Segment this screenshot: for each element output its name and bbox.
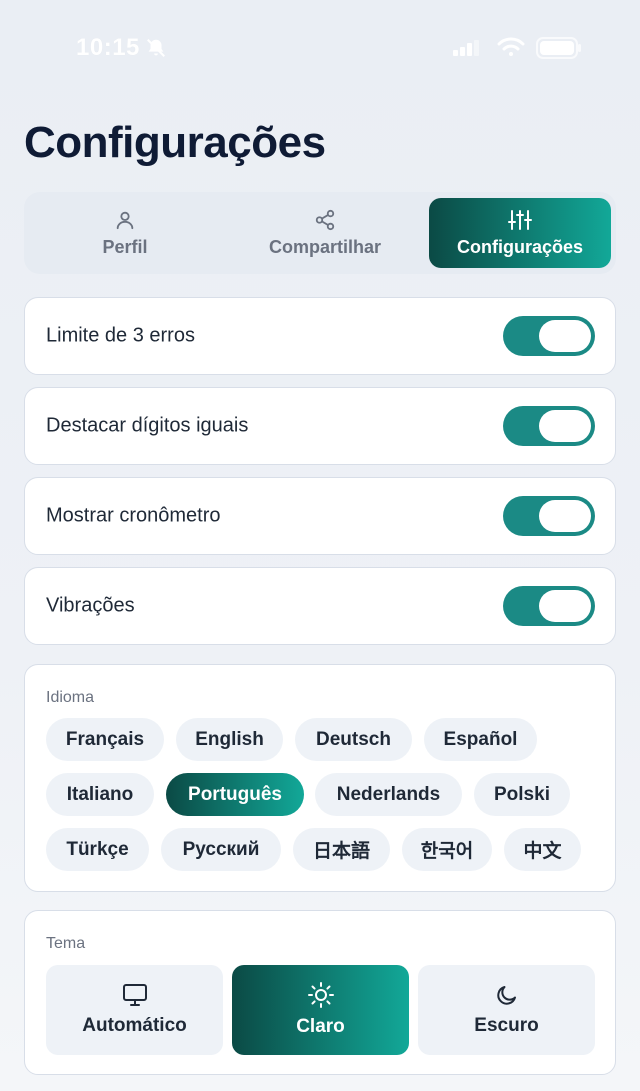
toggle-knob — [539, 320, 591, 352]
theme-light-label: Claro — [296, 1016, 345, 1037]
show-timer-toggle[interactable] — [503, 496, 595, 536]
language-chip-ko[interactable]: 한국어 — [402, 828, 492, 871]
theme-section-label: Tema — [46, 935, 86, 952]
language-chip-ru[interactable]: Русский — [161, 828, 281, 871]
theme-card: Tema Automático Claro Escuro — [24, 910, 616, 1075]
monitor-icon — [122, 984, 147, 1006]
setting-label: Limite de 3 erros — [46, 324, 195, 347]
battery-icon — [536, 37, 581, 59]
language-chip-tr[interactable]: Türkçe — [46, 828, 149, 871]
language-chip-fr[interactable]: Français — [46, 718, 164, 761]
segmented-tabs: Perfil Compartilhar Configurações — [24, 192, 616, 274]
bell-muted-icon — [147, 39, 165, 57]
page-title: Configurações — [24, 118, 326, 167]
status-time: 10:15 — [76, 34, 140, 61]
toggle-knob — [539, 500, 591, 532]
tab-settings[interactable]: Configurações — [429, 198, 611, 268]
tab-settings-label: Configurações — [456, 236, 584, 257]
status-bar: 10:15 — [0, 0, 640, 96]
language-chip-it[interactable]: Italiano — [46, 773, 154, 816]
wifi-icon — [497, 37, 525, 56]
cellular-signal-icon — [453, 40, 479, 56]
user-icon — [116, 211, 134, 229]
tab-profile-label: Perfil — [102, 236, 148, 257]
tab-profile[interactable]: Perfil — [34, 198, 216, 268]
language-chip-pl[interactable]: Polski — [474, 773, 570, 816]
language-section-label: Idioma — [46, 689, 95, 706]
tab-share-label: Compartilhar — [268, 236, 382, 257]
setting-label: Mostrar cronômetro — [46, 504, 221, 527]
toggle-knob — [539, 410, 591, 442]
setting-error-limit: Limite de 3 erros — [24, 297, 616, 375]
setting-highlight-digits: Destacar dígitos iguais — [24, 387, 616, 465]
language-chip-de[interactable]: Deutsch — [295, 718, 412, 761]
tab-share[interactable]: Compartilhar — [234, 198, 416, 268]
setting-show-timer: Mostrar cronômetro — [24, 477, 616, 555]
setting-vibrations: Vibrações — [24, 567, 616, 645]
theme-light-button[interactable]: Claro — [232, 965, 409, 1055]
language-chip-en[interactable]: English — [176, 718, 283, 761]
sun-icon — [307, 982, 334, 1008]
setting-label: Vibrações — [46, 594, 135, 617]
toggle-knob — [539, 590, 591, 622]
share-icon — [315, 209, 335, 230]
language-chip-nl[interactable]: Nederlands — [315, 773, 462, 816]
theme-dark-label: Escuro — [474, 1015, 539, 1036]
language-card: Idioma Français English Deutsch Español … — [24, 664, 616, 892]
language-chip-zh[interactable]: 中文 — [504, 828, 581, 871]
language-chip-es[interactable]: Español — [424, 718, 537, 761]
error-limit-toggle[interactable] — [503, 316, 595, 356]
theme-dark-button[interactable]: Escuro — [418, 965, 595, 1055]
setting-label: Destacar dígitos iguais — [46, 414, 249, 437]
theme-automatic-button[interactable]: Automático — [46, 965, 223, 1055]
language-chip-ja[interactable]: 日本語 — [293, 828, 390, 871]
moon-icon — [496, 986, 516, 1005]
vibrations-toggle[interactable] — [503, 586, 595, 626]
sliders-icon — [508, 209, 532, 230]
theme-automatic-label: Automático — [82, 1015, 187, 1036]
highlight-digits-toggle[interactable] — [503, 406, 595, 446]
language-chip-pt[interactable]: Português — [166, 773, 304, 816]
